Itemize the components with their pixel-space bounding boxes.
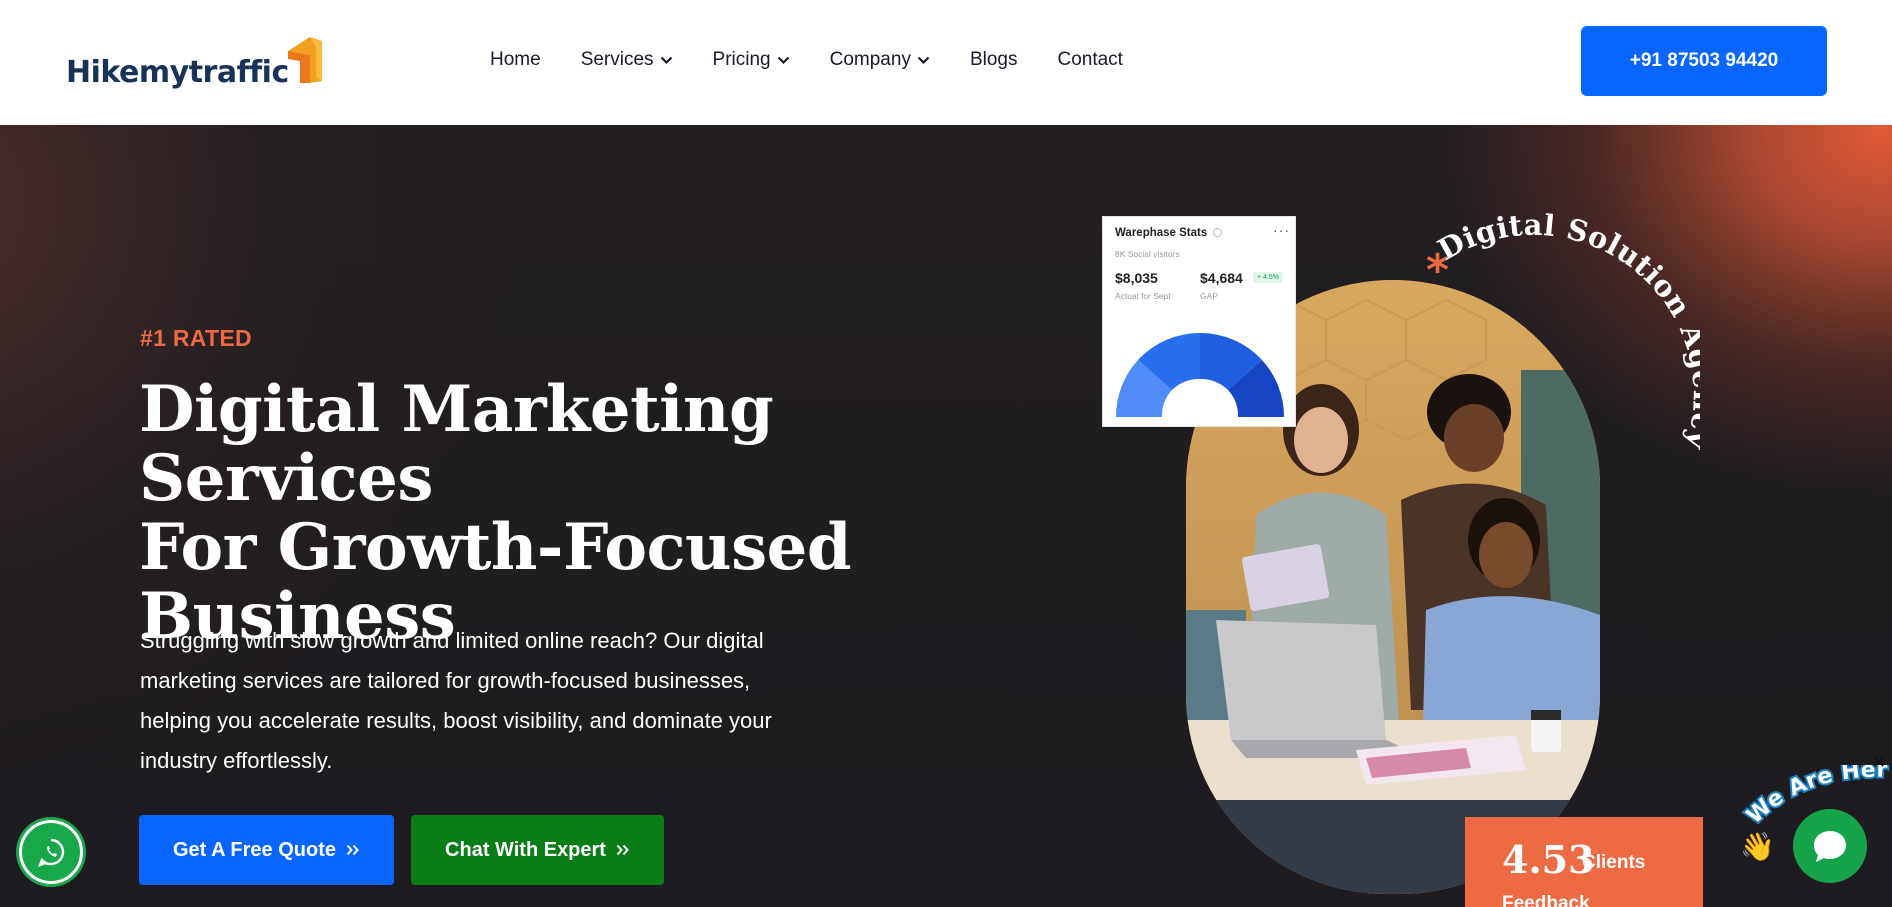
- hero-section: #1 RATED Digital Marketing Services For …: [0, 125, 1892, 907]
- logo[interactable]: Hikemytraffic: [66, 37, 322, 90]
- chat-bubble-button[interactable]: [1793, 809, 1867, 883]
- hero-eyebrow: #1 RATED: [140, 325, 252, 351]
- nav-services[interactable]: Services: [581, 49, 673, 71]
- main-nav: Home Services Pricing Company Blogs Cont…: [490, 49, 1163, 71]
- waving-hand-icon: 👋: [1740, 831, 1775, 862]
- more-options-icon[interactable]: ···: [1273, 222, 1290, 238]
- stats-badge: + 4.5%: [1253, 272, 1283, 283]
- chevron-down-icon: [917, 56, 930, 64]
- rating-box: 4.53 Clients Feedback: [1465, 817, 1703, 907]
- rating-label-feedback: Feedback: [1502, 893, 1590, 907]
- stats-value-actual: $8,035: [1115, 270, 1158, 286]
- rating-label: Clients: [1582, 852, 1646, 873]
- logo-text: Hikemytraffic: [66, 55, 289, 90]
- hero-description: Struggling with slow growth and limited …: [140, 628, 772, 773]
- nav-pricing[interactable]: Pricing: [713, 49, 790, 71]
- chat-with-expert-button[interactable]: Chat With Expert: [411, 815, 664, 885]
- double-chevron-right-icon: [346, 844, 359, 856]
- chevron-down-icon: [777, 56, 789, 64]
- whatsapp-icon: [37, 838, 65, 868]
- svg-text:Digital Solution Agency: Digital Solution Agency: [1432, 208, 1700, 454]
- stats-card-title: Warephase Stats: [1115, 227, 1208, 239]
- stats-card: Warephase Stats ··· 8K Social visitors $…: [1102, 216, 1296, 427]
- logo-mark-icon: [288, 37, 322, 83]
- nav-home[interactable]: Home: [490, 49, 541, 71]
- stats-card-subtitle: 8K Social visitors: [1115, 249, 1180, 259]
- chevron-down-icon: [660, 56, 672, 64]
- whatsapp-button[interactable]: [19, 820, 83, 884]
- rating-number: 4.53: [1502, 837, 1595, 882]
- chat-icon: [1814, 831, 1846, 862]
- close-icon[interactable]: ✕: [1871, 752, 1886, 773]
- info-icon: [1213, 228, 1222, 237]
- stats-label-actual: Actual for Sept: [1115, 291, 1171, 301]
- gauge-chart: [1115, 332, 1285, 417]
- hero-headline: Digital Marketing Services For Growth-Fo…: [139, 372, 852, 654]
- stats-label-gap: GAP: [1200, 291, 1218, 301]
- double-chevron-right-icon: [616, 844, 629, 856]
- stats-value-gap: $4,684: [1200, 270, 1243, 286]
- site-header: Hikemytraffic Home Services Pricing Comp…: [0, 0, 1892, 125]
- nav-company[interactable]: Company: [830, 49, 930, 71]
- get-free-quote-button[interactable]: Get A Free Quote: [139, 815, 394, 885]
- nav-blogs[interactable]: Blogs: [970, 49, 1018, 71]
- circular-text: Digital Solution Agency: [1432, 208, 1700, 454]
- digital-solution-agency-badge: * Digital Solution Agency: [1426, 208, 1700, 454]
- nav-contact[interactable]: Contact: [1057, 49, 1122, 71]
- phone-button[interactable]: +91 87503 94420: [1581, 26, 1827, 96]
